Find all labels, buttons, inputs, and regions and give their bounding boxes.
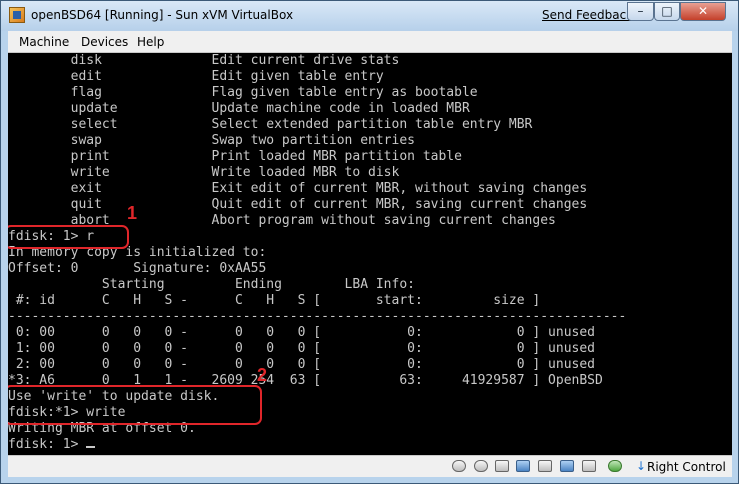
menu-machine[interactable]: Machine	[19, 35, 69, 49]
floppy-icon[interactable]	[495, 460, 509, 472]
help-line-quit: quit Quit edit of current MBR, saving cu…	[8, 197, 588, 212]
vm-console-screen[interactable]: disk Edit current drive stats edit Edit …	[8, 53, 732, 455]
partition-table-header: #: id C H S - C H S [ start: size ]	[8, 293, 541, 308]
send-feedback-link[interactable]: Send Feedback	[542, 8, 633, 22]
output-line: Offset: 0 Signature: 0xAA55	[8, 261, 267, 276]
hard-disk-icon[interactable]	[452, 460, 466, 472]
close-button[interactable]: ✕	[680, 2, 726, 21]
help-line-edit: edit Edit given table entry	[8, 69, 384, 84]
host-key-label: Right Control	[647, 460, 726, 474]
partition-row: 2: 00 0 0 0 - 0 0 0 [ 0: 0 ] unused	[8, 357, 595, 372]
menu-bar: Machine Devices Help	[8, 31, 732, 53]
window-title: openBSD64 [Running] - Sun xVM VirtualBox	[31, 8, 294, 22]
usb-icon[interactable]	[516, 460, 530, 472]
cdrom-icon[interactable]	[474, 460, 488, 472]
help-line-write: write Write loaded MBR to disk	[8, 165, 400, 180]
help-line-update: update Update machine code in loaded MBR	[8, 101, 470, 116]
menu-devices[interactable]: Devices	[81, 35, 128, 49]
status-bar: ↓ Right Control	[8, 455, 732, 477]
partition-table-header: Starting Ending LBA Info:	[8, 277, 415, 292]
annotation-number-2: 2	[257, 365, 268, 385]
menu-help[interactable]: Help	[137, 35, 164, 49]
current-prompt: fdisk: 1>	[8, 437, 96, 453]
maximize-button[interactable]: □	[654, 2, 680, 21]
host-key-arrow-icon: ↓	[636, 459, 647, 473]
help-line-disk: disk Edit current drive stats	[8, 53, 400, 68]
text-cursor	[86, 446, 96, 448]
annotation-number-1: 1	[127, 203, 138, 223]
help-line-print: print Print loaded MBR partition table	[8, 149, 462, 164]
title-bar[interactable]: openBSD64 [Running] - Sun xVM VirtualBox…	[1, 1, 738, 31]
annotation-box-step-2	[8, 385, 262, 425]
partition-row: 0: 00 0 0 0 - 0 0 0 [ 0: 0 ] unused	[8, 325, 595, 340]
annotation-box-step-1	[8, 225, 129, 249]
mouse-integration-icon[interactable]	[608, 460, 622, 472]
partition-table-divider: ----------------------------------------…	[8, 309, 627, 324]
shared-folder-icon[interactable]	[560, 460, 574, 472]
network-icon[interactable]	[538, 460, 552, 472]
virtualbox-app-icon	[9, 7, 25, 23]
minimize-button[interactable]: –	[627, 2, 654, 21]
help-line-flag: flag Flag given table entry as bootable	[8, 85, 478, 100]
help-line-swap: swap Swap two partition entries	[8, 133, 415, 148]
virtualbox-window: openBSD64 [Running] - Sun xVM VirtualBox…	[0, 0, 739, 484]
prompt-text: fdisk: 1>	[8, 437, 87, 452]
partition-row: 1: 00 0 0 0 - 0 0 0 [ 0: 0 ] unused	[8, 341, 595, 356]
help-line-exit: exit Exit edit of current MBR, without s…	[8, 181, 588, 196]
display-icon[interactable]	[582, 460, 596, 472]
help-line-select: select Select extended partition table e…	[8, 117, 533, 132]
